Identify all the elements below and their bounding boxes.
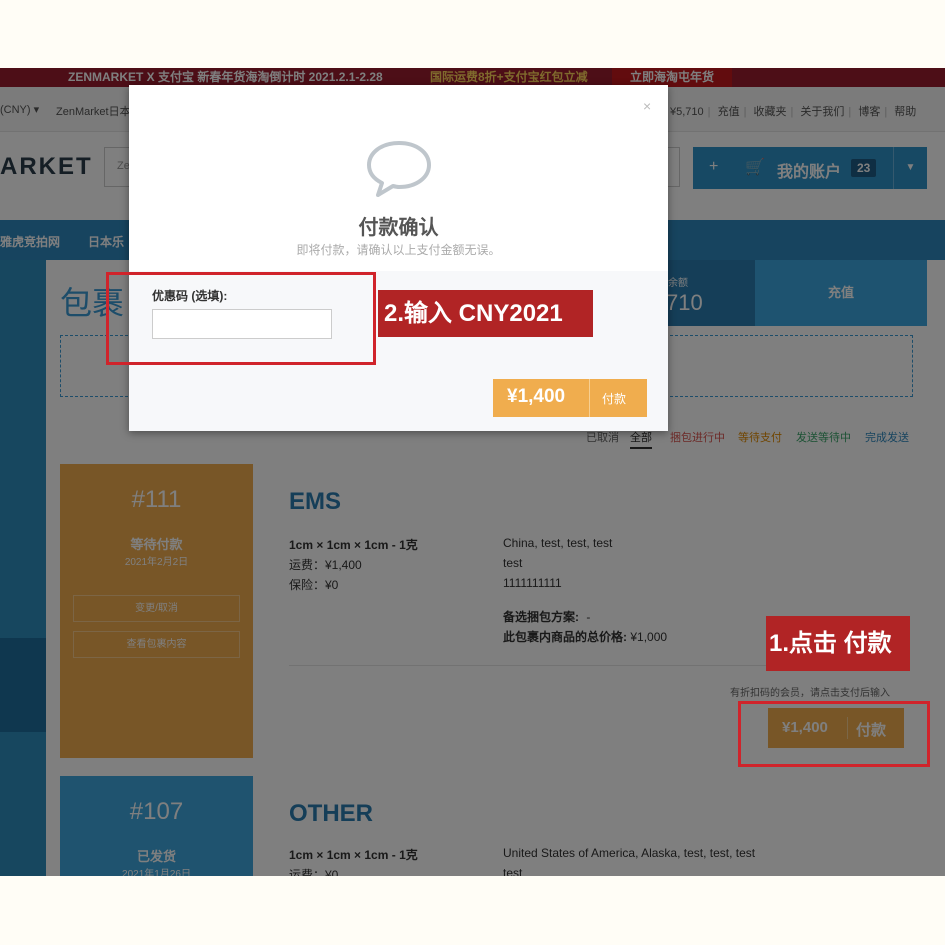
confirm-pay-label: 付款 — [602, 392, 627, 406]
speech-bubble-icon — [367, 141, 431, 197]
confirm-pay-button[interactable]: ¥1,400 付款 — [493, 379, 647, 417]
confirm-pay-divider — [589, 379, 590, 417]
step1-annotation: 1.点击 付款 — [766, 616, 910, 671]
dialog-subtitle: 即将付款，请确认以上支付金额无误。 — [296, 243, 501, 257]
close-icon[interactable]: × — [643, 98, 651, 114]
payment-confirm-dialog: × 付款确认 即将付款，请确认以上支付金额无误。 优惠码 (选填): ¥1,40… — [129, 85, 668, 431]
coupon-highlight-box — [106, 272, 376, 365]
confirm-pay-amount: ¥1,400 — [507, 386, 566, 407]
browser-viewport: ZENMARKET X 支付宝 新春年货海淘倒计时 2021.2.1-2.28 … — [0, 68, 945, 876]
pay-highlight-box — [738, 701, 930, 767]
step2-annotation: 2.输入 CNY2021 — [378, 290, 593, 337]
dialog-title: 付款确认 — [358, 217, 439, 239]
